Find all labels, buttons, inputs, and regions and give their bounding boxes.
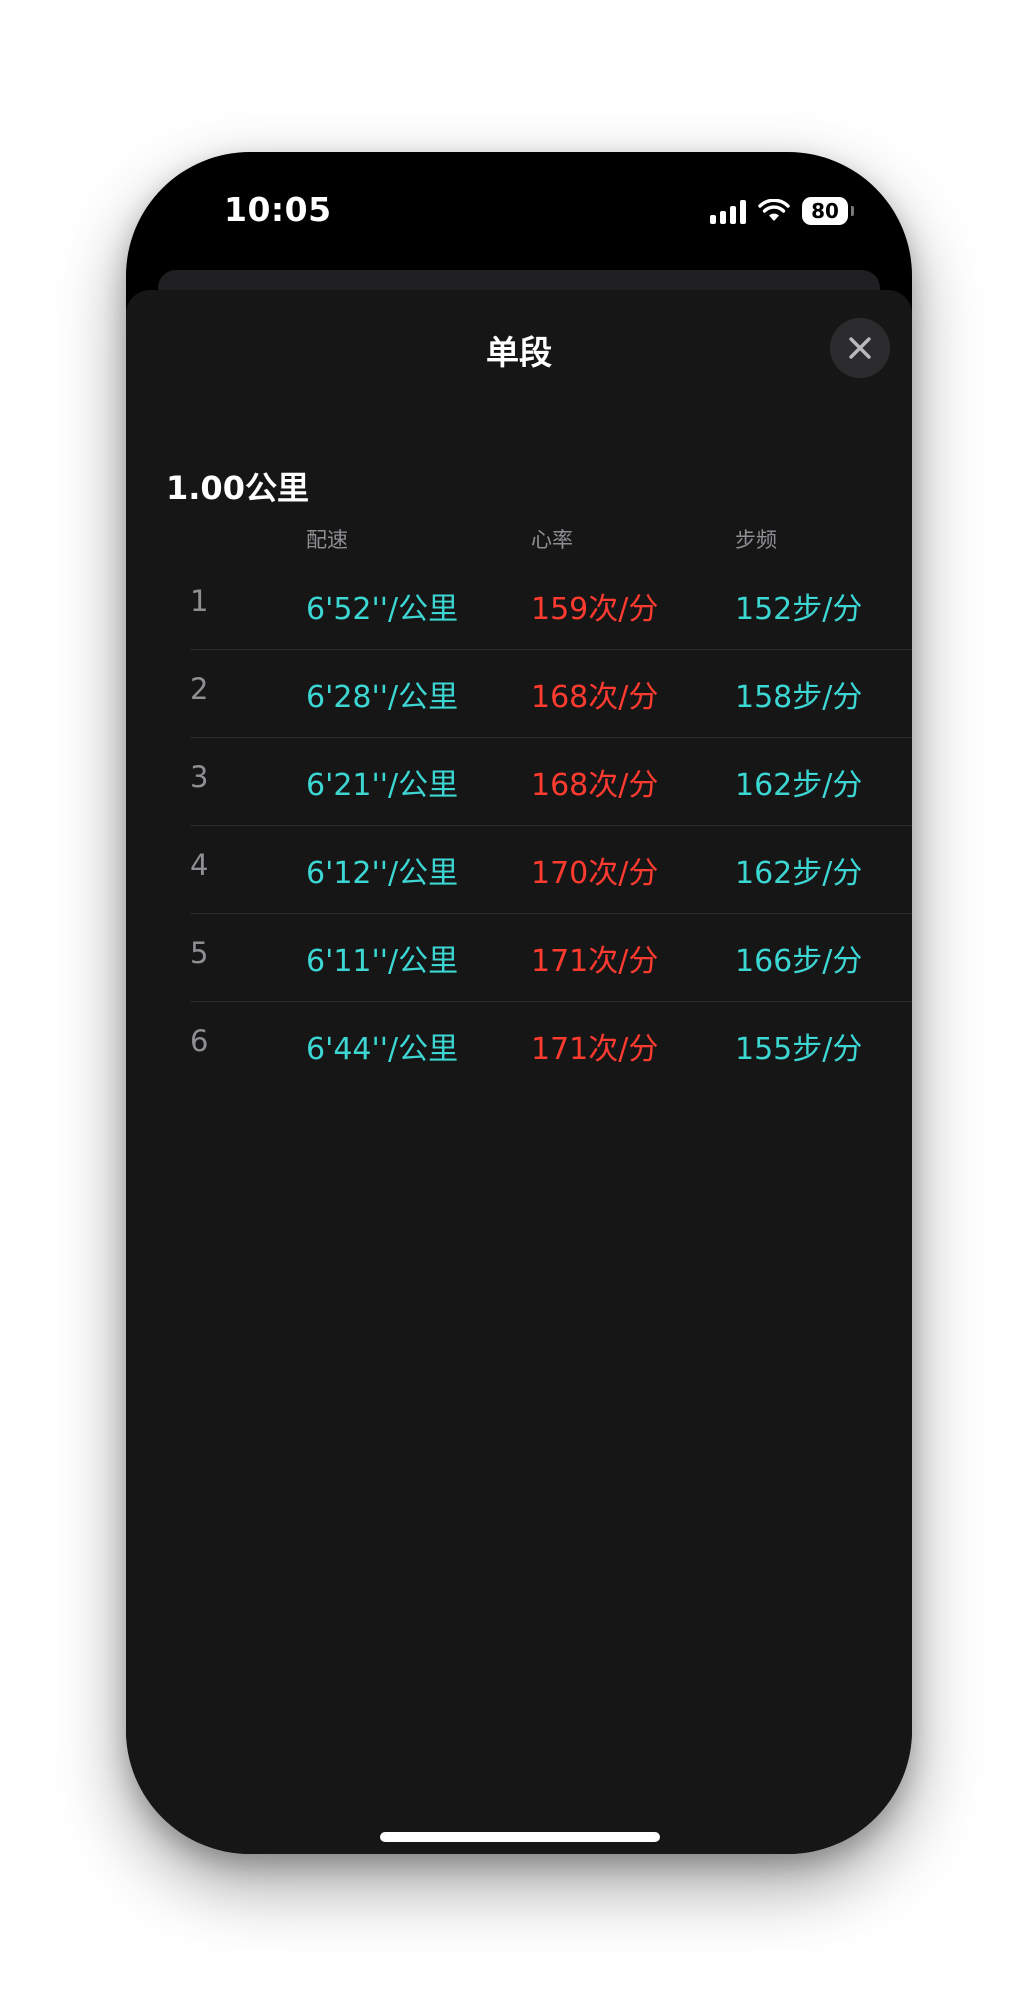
wifi-icon	[758, 199, 790, 221]
battery-level: 80	[811, 199, 839, 223]
split-index: 5	[190, 936, 209, 970]
column-header-pace: 配速	[306, 528, 348, 552]
split-heart-rate: 168次/分	[531, 768, 659, 803]
cellular-signal-icon	[710, 198, 746, 224]
split-index: 4	[190, 848, 209, 882]
split-index: 3	[190, 760, 209, 794]
split-pace: 6'28''/公里	[306, 680, 459, 715]
close-button[interactable]	[830, 318, 890, 378]
splits-sheet: 单段 1.00公里 配速 心率 步频 1 6'52''/公里 159次/分 15…	[126, 290, 912, 1854]
status-bar: 10:05 80	[126, 152, 912, 272]
split-heart-rate: 168次/分	[531, 680, 659, 715]
split-heart-rate: 171次/分	[531, 944, 659, 979]
split-cadence: 158步/分	[735, 680, 863, 715]
split-pace: 6'44''/公里	[306, 1032, 459, 1067]
split-pace: 6'11''/公里	[306, 944, 459, 979]
split-pace: 6'52''/公里	[306, 592, 459, 627]
split-index: 1	[190, 584, 209, 618]
split-index: 2	[190, 672, 209, 706]
split-row: 1 6'52''/公里 159次/分 152步/分	[126, 562, 912, 650]
split-index: 6	[190, 1024, 209, 1058]
split-cadence: 152步/分	[735, 592, 863, 627]
split-pace: 6'21''/公里	[306, 768, 459, 803]
split-row: 5 6'11''/公里 171次/分 166步/分	[126, 914, 912, 1002]
sheet-title: 单段	[486, 333, 552, 372]
section-title: 1.00公里	[166, 469, 309, 507]
phone-frame: 10:05 80 单段 1.00公里 配速 心率 步频 1 6'52''/公里 …	[126, 152, 912, 1854]
split-cadence: 155步/分	[735, 1032, 863, 1067]
split-heart-rate: 159次/分	[531, 592, 659, 627]
split-heart-rate: 171次/分	[531, 1032, 659, 1067]
split-heart-rate: 170次/分	[531, 856, 659, 891]
split-cadence: 162步/分	[735, 856, 863, 891]
close-icon	[849, 337, 871, 359]
column-header-heart-rate: 心率	[531, 528, 573, 552]
home-indicator[interactable]	[380, 1832, 660, 1842]
split-row: 2 6'28''/公里 168次/分 158步/分	[126, 650, 912, 738]
splits-table: 1 6'52''/公里 159次/分 152步/分 2 6'28''/公里 16…	[126, 562, 912, 1090]
split-cadence: 166步/分	[735, 944, 863, 979]
battery-icon: 80	[802, 197, 854, 225]
split-cadence: 162步/分	[735, 768, 863, 803]
split-pace: 6'12''/公里	[306, 856, 459, 891]
split-row: 6 6'44''/公里 171次/分 155步/分	[126, 1002, 912, 1090]
status-icons: 80	[710, 196, 854, 226]
column-header-cadence: 步频	[735, 528, 777, 552]
status-time: 10:05	[224, 190, 332, 229]
split-row: 3 6'21''/公里 168次/分 162步/分	[126, 738, 912, 826]
split-row: 4 6'12''/公里 170次/分 162步/分	[126, 826, 912, 914]
